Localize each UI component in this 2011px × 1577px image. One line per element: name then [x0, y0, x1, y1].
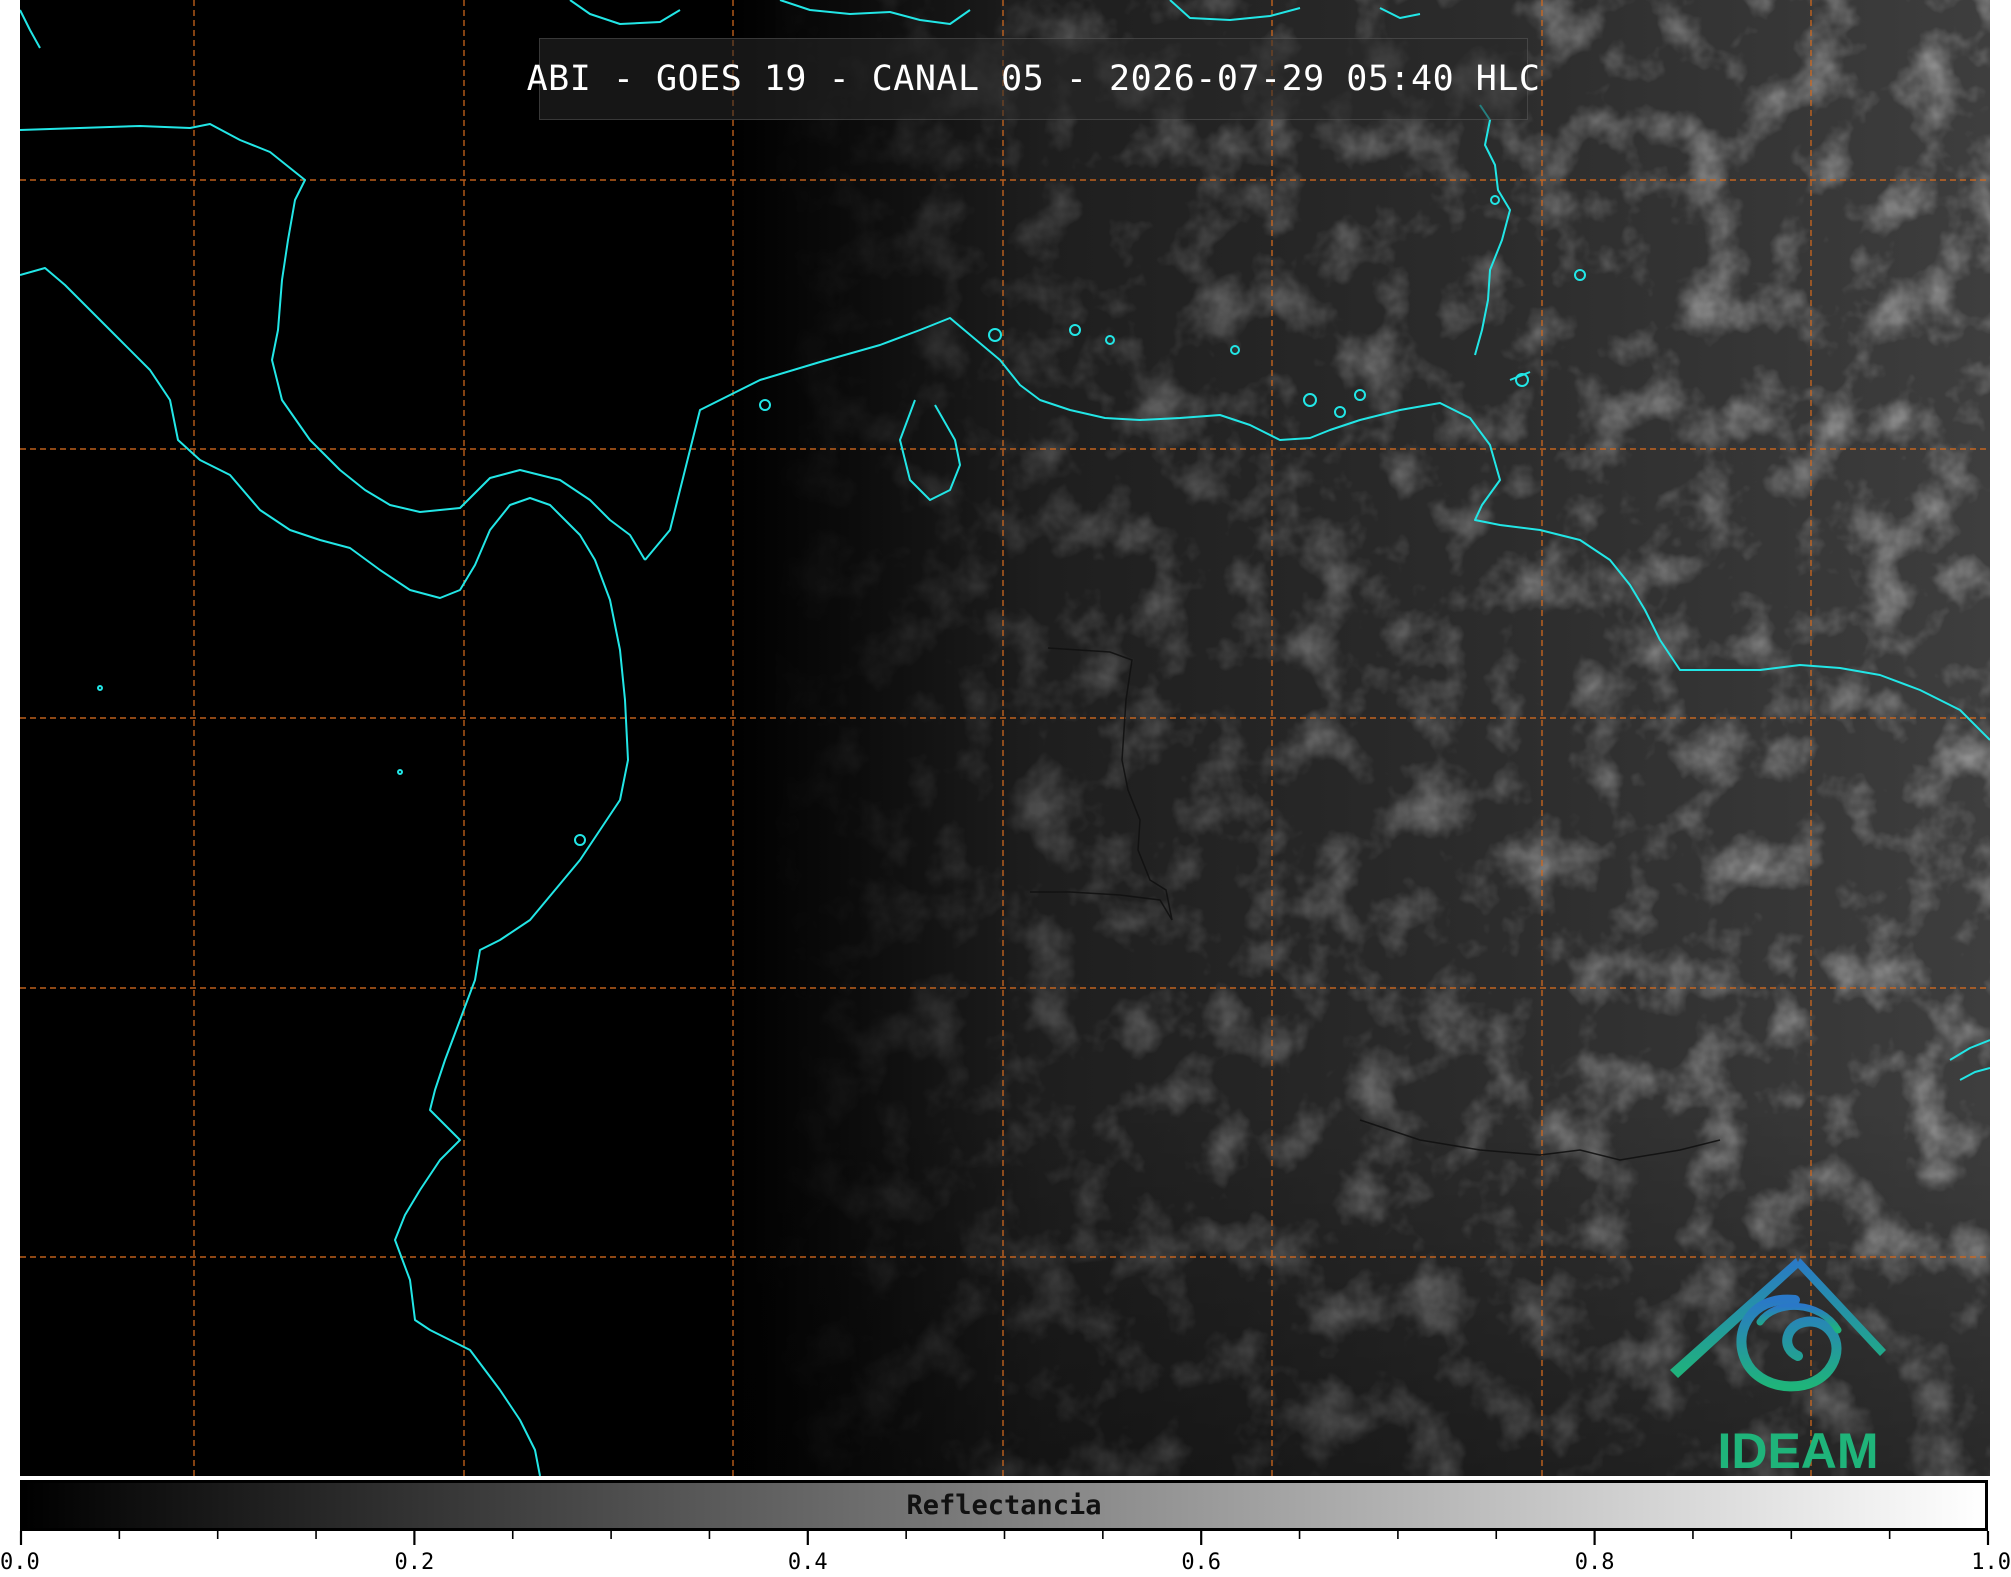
colorbar-tick-label: 1.0 [1971, 1550, 2011, 1575]
logo-text: IDEAM [1717, 1423, 1878, 1476]
colorbar: Reflectancia [20, 1480, 1988, 1531]
colorbar-tick-label: 0.6 [1181, 1550, 1221, 1575]
colorbar-tick-label: 0.0 [0, 1550, 40, 1575]
bottom-dim [20, 0, 1990, 1476]
title-panel: ABI - GOES 19 - CANAL 05 - 2026-07-29 05… [527, 38, 1540, 120]
colorbar-tick-label: 0.2 [395, 1550, 435, 1575]
colorbar-axis: 0.0 0.2 0.4 0.6 0.8 1.0 [0, 1531, 2011, 1575]
satellite-map[interactable]: IDEAM [20, 0, 1990, 1476]
colorbar-label: Reflectancia [906, 1490, 1102, 1521]
map-title: ABI - GOES 19 - CANAL 05 - 2026-07-29 05… [526, 59, 1541, 99]
colorbar-tick-label: 0.4 [788, 1550, 828, 1575]
colorbar-tick-label: 0.8 [1575, 1550, 1615, 1575]
